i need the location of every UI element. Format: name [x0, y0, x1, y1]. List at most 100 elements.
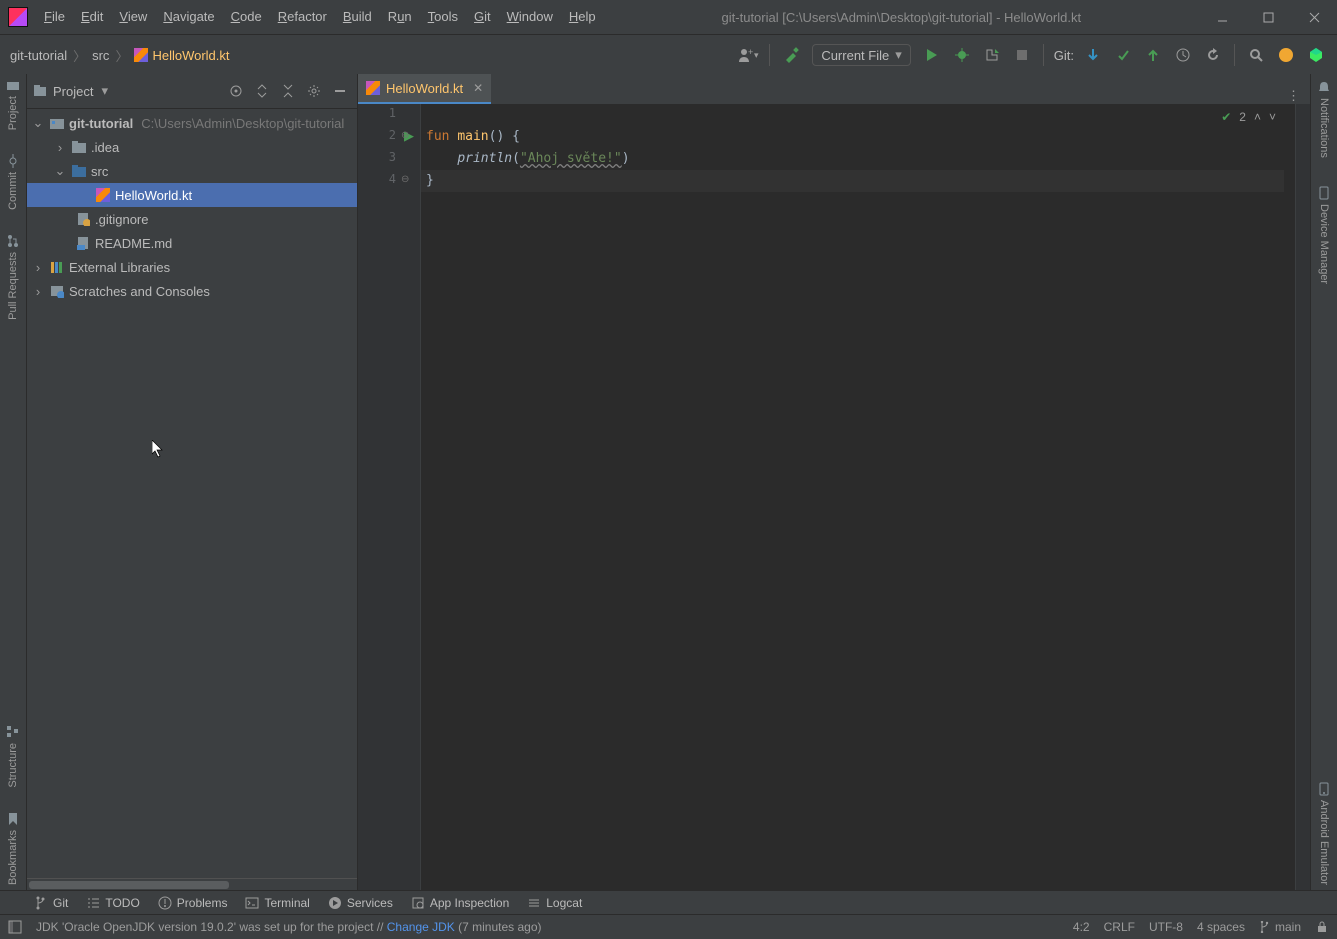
status-indent[interactable]: 4 spaces: [1197, 920, 1245, 934]
tool-commit[interactable]: Commit: [6, 154, 20, 210]
tool-todo[interactable]: TODO: [86, 896, 139, 910]
status-git-branch[interactable]: main: [1259, 920, 1301, 934]
git-history-icon[interactable]: [1170, 42, 1196, 68]
menu-run[interactable]: Run: [380, 0, 420, 34]
menu-code[interactable]: Code: [223, 0, 270, 34]
chevron-right-icon: ›: [53, 140, 67, 155]
window-close-button[interactable]: [1291, 0, 1337, 34]
tool-terminal[interactable]: Terminal: [245, 896, 309, 910]
project-view-selector[interactable]: Project ▾: [33, 83, 108, 99]
tree-gitignore[interactable]: .gitignore: [27, 207, 357, 231]
tool-services[interactable]: Services: [328, 896, 393, 910]
build-hammer-icon[interactable]: [778, 42, 804, 68]
menu-edit[interactable]: Edit: [73, 0, 111, 34]
menu-git[interactable]: Git: [466, 0, 499, 34]
title-bar: File Edit View Navigate Code Refactor Bu…: [0, 0, 1337, 35]
tree-external-libraries[interactable]: › External Libraries: [27, 255, 357, 279]
tool-problems[interactable]: Problems: [158, 896, 228, 910]
emulator-icon: [1317, 782, 1331, 796]
settings-gear-icon[interactable]: [303, 80, 325, 102]
menu-file[interactable]: File: [36, 0, 73, 34]
menu-view[interactable]: View: [111, 0, 155, 34]
editor-gutter[interactable]: 1 2 3 4: [358, 104, 403, 891]
editor-code[interactable]: fun main() { println("Ahoj světe!") }: [420, 104, 1284, 891]
tool-logcat[interactable]: Logcat: [527, 896, 582, 910]
git-rollback-icon[interactable]: [1200, 42, 1226, 68]
app-icon: [8, 7, 28, 27]
breadcrumb-file[interactable]: HelloWorld.kt: [134, 48, 229, 63]
tree-file-hello[interactable]: HelloWorld.kt: [27, 183, 357, 207]
tree-root[interactable]: ⌄ git-tutorial C:\Users\Admin\Desktop\gi…: [27, 111, 357, 135]
fold-start-icon[interactable]: ⊖: [401, 130, 409, 141]
tool-git[interactable]: Git: [34, 896, 68, 910]
search-icon[interactable]: [1243, 42, 1269, 68]
hide-panel-icon[interactable]: [329, 80, 351, 102]
select-opened-file-icon[interactable]: [225, 80, 247, 102]
menu-navigate[interactable]: Navigate: [155, 0, 222, 34]
status-bar: JDK 'Oracle OpenJDK version 19.0.2' was …: [0, 914, 1337, 939]
run-config-label: Current File: [821, 48, 889, 63]
editor-tab-hello[interactable]: HelloWorld.kt ✕: [358, 74, 491, 104]
add-user-icon[interactable]: +▾: [735, 42, 761, 68]
fold-end-icon[interactable]: ⊖: [401, 174, 409, 185]
debug-button[interactable]: [949, 42, 975, 68]
window-maximize-button[interactable]: [1245, 0, 1291, 34]
tool-device-manager[interactable]: Device Manager: [1317, 186, 1331, 284]
tool-app-inspection[interactable]: App Inspection: [411, 896, 509, 910]
breadcrumb: git-tutorial 〉 src 〉 HelloWorld.kt: [0, 46, 230, 65]
status-menu-icon[interactable]: [8, 920, 22, 934]
line-number: 1: [389, 106, 396, 120]
editor-tabs-more-icon[interactable]: ⋮: [1277, 88, 1310, 104]
tool-project[interactable]: Project: [6, 78, 20, 130]
line-number: 3: [389, 150, 396, 164]
tree-scratches[interactable]: › Scratches and Consoles: [27, 279, 357, 303]
tool-structure[interactable]: Structure: [6, 725, 20, 788]
status-message: JDK 'Oracle OpenJDK version 19.0.2' was …: [36, 920, 1059, 934]
git-push-icon[interactable]: [1140, 42, 1166, 68]
kotlin-file-icon: [366, 81, 380, 95]
left-tool-stripe: Project Commit Pull Requests Structure B…: [0, 74, 27, 891]
project-tree[interactable]: ⌄ git-tutorial C:\Users\Admin\Desktop\gi…: [27, 109, 357, 878]
menu-window[interactable]: Window: [499, 0, 561, 34]
navigation-toolbar: git-tutorial 〉 src 〉 HelloWorld.kt +▾ Cu…: [0, 35, 1337, 76]
expand-all-icon[interactable]: [251, 80, 273, 102]
window-minimize-button[interactable]: [1199, 0, 1245, 34]
menu-tools[interactable]: Tools: [420, 0, 466, 34]
breadcrumb-project[interactable]: git-tutorial: [10, 48, 67, 63]
tool-pull-requests[interactable]: Pull Requests: [6, 234, 20, 320]
window-title: git-tutorial [C:\Users\Admin\Desktop\git…: [604, 10, 1199, 25]
menu-help[interactable]: Help: [561, 0, 604, 34]
status-caret-position[interactable]: 4:2: [1073, 920, 1090, 934]
folder-icon: [6, 78, 20, 92]
commit-icon: [6, 154, 20, 168]
tool-android-emulator[interactable]: Android Emulator: [1317, 782, 1331, 885]
lock-icon[interactable]: [1315, 920, 1329, 934]
run-button[interactable]: [919, 42, 945, 68]
run-config-selector[interactable]: Current File ▾: [812, 44, 910, 66]
editor-error-stripe[interactable]: [1295, 104, 1310, 891]
tree-readme[interactable]: README.md: [27, 231, 357, 255]
close-tab-icon[interactable]: ✕: [473, 81, 483, 95]
menu-build[interactable]: Build: [335, 0, 380, 34]
tool-bookmarks[interactable]: Bookmarks: [6, 812, 20, 885]
git-pull-icon[interactable]: [1080, 42, 1106, 68]
chevron-up-icon[interactable]: ˄: [1254, 110, 1261, 124]
tree-idea-folder[interactable]: › .idea: [27, 135, 357, 159]
inspections-widget[interactable]: ✔ 2 ˄ ˅: [1221, 110, 1276, 124]
stop-button[interactable]: [1009, 42, 1035, 68]
chevron-down-icon[interactable]: ˅: [1269, 110, 1276, 124]
tree-src-folder[interactable]: ⌄ src: [27, 159, 357, 183]
status-encoding[interactable]: UTF-8: [1149, 920, 1183, 934]
branch-icon: [34, 896, 48, 910]
gitignore-icon: [75, 211, 91, 227]
collapse-all-icon[interactable]: [277, 80, 299, 102]
coverage-button[interactable]: [979, 42, 1005, 68]
status-line-separator[interactable]: CRLF: [1104, 920, 1135, 934]
jetbrains-toolbox-icon[interactable]: [1303, 42, 1329, 68]
tool-notifications[interactable]: Notifications: [1317, 80, 1331, 158]
ide-updates-icon[interactable]: [1273, 42, 1299, 68]
git-commit-icon[interactable]: [1110, 42, 1136, 68]
breadcrumb-src[interactable]: src: [92, 48, 109, 63]
menu-refactor[interactable]: Refactor: [270, 0, 335, 34]
change-jdk-link[interactable]: Change JDK: [387, 920, 455, 934]
